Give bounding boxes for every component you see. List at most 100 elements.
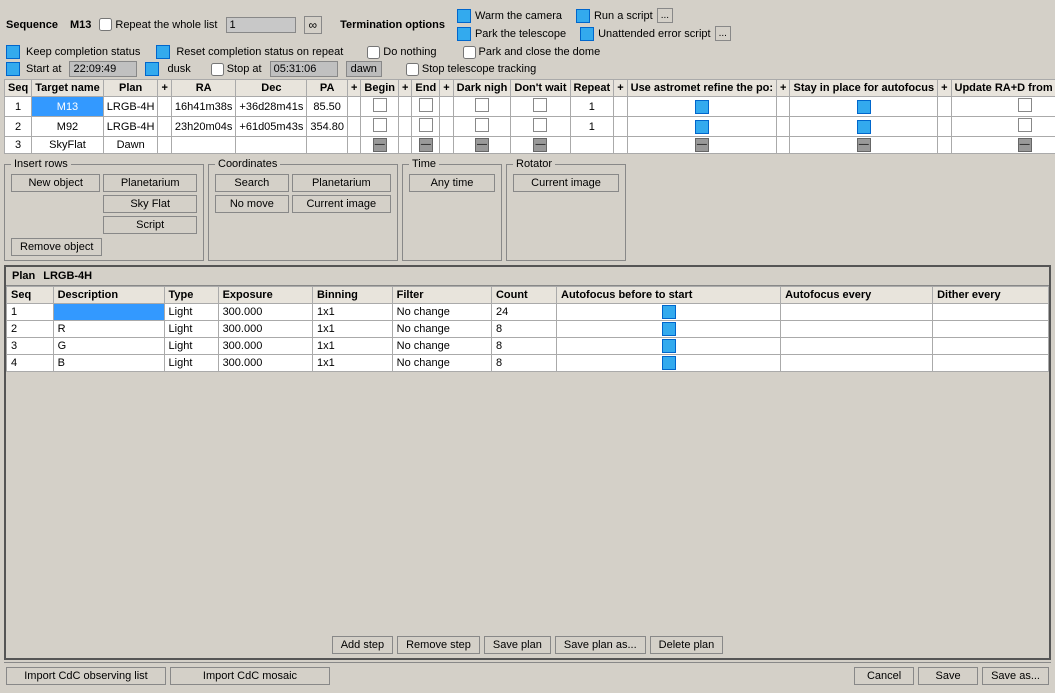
row3-plan-add xyxy=(158,137,171,154)
do-nothing-check[interactable] xyxy=(367,46,380,59)
warm-camera-check[interactable] xyxy=(457,9,471,23)
infinity-button[interactable]: ∞ xyxy=(304,16,323,34)
save-plan-as-button[interactable]: Save plan as... xyxy=(555,636,646,654)
row1-end-check[interactable] xyxy=(419,98,433,112)
park-close-dome-check[interactable] xyxy=(463,46,476,59)
row3-astromet: — xyxy=(627,137,776,154)
row3-ra xyxy=(171,137,236,154)
rotator-fieldset: Rotator Current image xyxy=(506,158,626,261)
stop-at-check[interactable] xyxy=(211,63,224,76)
run-script-ellipsis[interactable]: ... xyxy=(657,8,673,23)
plan-table-row[interactable]: 3 G Light 300.000 1x1 No change 8 xyxy=(7,338,1049,355)
row1-plan-add xyxy=(158,97,171,117)
plan-row1-dither xyxy=(933,304,1049,321)
plan-row1-af-start-check[interactable] xyxy=(662,305,676,319)
plan-row4-count: 8 xyxy=(491,355,556,372)
row2-update-ra-check[interactable] xyxy=(1018,118,1032,132)
sky-flat-button[interactable]: Sky Flat xyxy=(103,195,197,213)
cancel-button[interactable]: Cancel xyxy=(854,667,914,685)
save-plan-button[interactable]: Save plan xyxy=(484,636,551,654)
row1-stay-check[interactable] xyxy=(857,100,871,114)
row3-repeat xyxy=(570,137,614,154)
col-begin-add[interactable]: + xyxy=(398,80,411,97)
planetarium-button[interactable]: Planetarium xyxy=(103,174,197,192)
unattended-error-ellipsis[interactable]: ... xyxy=(715,26,731,41)
remove-object-button[interactable]: Remove object xyxy=(11,238,102,256)
plan-row4-af-start-check[interactable] xyxy=(662,356,676,370)
row2-end-check[interactable] xyxy=(419,118,433,132)
plan-row1-count: 24 xyxy=(491,304,556,321)
row1-dark-check[interactable] xyxy=(475,98,489,112)
start-at-check[interactable] xyxy=(6,62,20,76)
run-script-check[interactable] xyxy=(576,9,590,23)
park-telescope-check[interactable] xyxy=(457,27,471,41)
termination-label: Termination options xyxy=(340,19,445,31)
row2-dark-check[interactable] xyxy=(475,118,489,132)
row2-pa: 354.80 xyxy=(307,117,348,137)
start-at-time-input[interactable] xyxy=(69,61,137,77)
row1-astromet xyxy=(627,97,776,117)
row1-update-ra xyxy=(951,97,1055,117)
plan-row1-binning: 1x1 xyxy=(312,304,392,321)
new-object-button[interactable]: New object xyxy=(11,174,100,192)
plan-table-row[interactable]: 1 Light 300.000 1x1 No change 24 xyxy=(7,304,1049,321)
run-script-label: Run a script xyxy=(594,10,653,22)
stop-tracking-check[interactable] xyxy=(406,63,419,76)
row2-dec: +61d05m43s xyxy=(236,117,307,137)
row2-stay-check[interactable] xyxy=(857,120,871,134)
col-plan-add[interactable]: + xyxy=(158,80,171,97)
table-row[interactable]: 3 SkyFlat Dawn — — — — — xyxy=(5,137,1055,154)
import-mosaic-button[interactable]: Import CdC mosaic xyxy=(170,667,330,685)
row3-dec xyxy=(236,137,307,154)
plan-row4-autofocus-start xyxy=(557,355,781,372)
no-move-button[interactable]: No move xyxy=(215,195,289,213)
col-begin: Begin xyxy=(361,80,399,97)
current-image-coords-button[interactable]: Current image xyxy=(292,195,391,213)
row2-begin xyxy=(361,117,399,137)
row3-repeat-add xyxy=(614,137,627,154)
add-step-button[interactable]: Add step xyxy=(332,636,393,654)
search-button[interactable]: Search xyxy=(215,174,289,192)
row2-begin-check[interactable] xyxy=(373,118,387,132)
row2-astromet-check[interactable] xyxy=(695,120,709,134)
row2-repeat: 1 xyxy=(570,117,614,137)
plan-table-row[interactable]: 2 R Light 300.000 1x1 No change 8 xyxy=(7,321,1049,338)
stop-at-time-input[interactable] xyxy=(270,61,338,77)
keep-completion-check[interactable] xyxy=(6,45,20,59)
dusk-check[interactable] xyxy=(145,62,159,76)
row1-dont-wait-check[interactable] xyxy=(533,98,547,112)
col-end-add[interactable]: + xyxy=(440,80,453,97)
stop-at-label: Stop at xyxy=(211,63,262,76)
remove-step-button[interactable]: Remove step xyxy=(397,636,480,654)
plan-row1-type: Light xyxy=(164,304,218,321)
repeat-checkbox[interactable] xyxy=(99,18,112,31)
col-repeat-add[interactable]: + xyxy=(614,80,627,97)
any-time-button[interactable]: Any time xyxy=(409,174,495,192)
row3-astromet-add xyxy=(777,137,790,154)
col-astromet-add[interactable]: + xyxy=(777,80,790,97)
script-button[interactable]: Script xyxy=(103,216,197,234)
repeat-count-input[interactable] xyxy=(226,17,296,33)
row1-dec: +36d28m41s xyxy=(236,97,307,117)
current-image-rotator-button[interactable]: Current image xyxy=(513,174,619,192)
row1-astromet-check[interactable] xyxy=(695,100,709,114)
table-row[interactable]: 1 M13 LRGB-4H 16h41m38s +36d28m41s 85.50… xyxy=(5,97,1055,117)
plan-table-row[interactable]: 4 B Light 300.000 1x1 No change 8 xyxy=(7,355,1049,372)
import-cdc-button[interactable]: Import CdC observing list xyxy=(6,667,166,685)
row1-begin-check[interactable] xyxy=(373,98,387,112)
row1-update-ra-check[interactable] xyxy=(1018,98,1032,112)
reset-completion-check[interactable] xyxy=(156,45,170,59)
plan-row2-af-start-check[interactable] xyxy=(662,322,676,336)
row3-pa xyxy=(307,137,348,154)
col-pa-add[interactable]: + xyxy=(347,80,360,97)
plan-row3-af-start-check[interactable] xyxy=(662,339,676,353)
keep-completion-label: Keep completion status xyxy=(6,45,140,59)
row2-dont-wait-check[interactable] xyxy=(533,118,547,132)
col-stay-add[interactable]: + xyxy=(938,80,951,97)
save-button[interactable]: Save xyxy=(918,667,978,685)
unattended-error-check[interactable] xyxy=(580,27,594,41)
planetarium-coords-button[interactable]: Planetarium xyxy=(292,174,391,192)
table-row[interactable]: 2 M92 LRGB-4H 23h20m04s +61d05m43s 354.8… xyxy=(5,117,1055,137)
save-as-button[interactable]: Save as... xyxy=(982,667,1049,685)
delete-plan-button[interactable]: Delete plan xyxy=(650,636,724,654)
